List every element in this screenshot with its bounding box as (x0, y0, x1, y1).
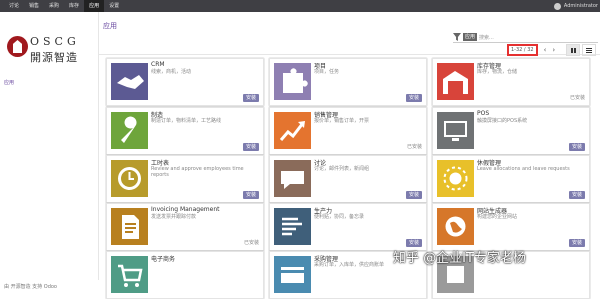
logo-text-cn: 開源智造 (30, 51, 78, 64)
view-switcher (566, 44, 596, 56)
main-menu: 讨论 销售 采购 库存 应用 设置 (4, 0, 124, 12)
avatar (553, 2, 561, 10)
app-name: 电子商务 (151, 256, 176, 263)
invoice-icon (111, 208, 148, 245)
pager-value[interactable]: 1-32 / 32 (507, 44, 538, 56)
logo-text-en: OSCG (30, 35, 80, 48)
install-button[interactable]: 安装 (405, 191, 422, 199)
app-card[interactable]: 工时表 Review and approve employees time rep… (106, 155, 264, 203)
app-card[interactable]: 讨论 讨论，邮件列表，新闻组 安装 (269, 155, 427, 203)
search-bar[interactable]: 应用 搜索... (453, 32, 598, 43)
install-button[interactable]: 安装 (568, 191, 585, 199)
app-name: Invoicing Management (151, 206, 220, 213)
app-description: 线索，商机，活动 (151, 69, 192, 75)
menu-item-sales[interactable]: 销售 (24, 0, 44, 12)
chart-up-icon (274, 112, 311, 149)
sidebar-item-apps[interactable]: 应用 (4, 79, 14, 86)
top-navbar: 讨论 销售 采购 库存 应用 设置 Administrator (0, 0, 600, 12)
menu-item-inventory[interactable]: 库存 (64, 0, 84, 12)
card-icon (274, 256, 311, 293)
kanban-view-button[interactable] (566, 44, 580, 56)
install-button[interactable]: 安装 (242, 191, 259, 199)
wrench-icon (111, 112, 148, 149)
filter-icon (453, 33, 461, 41)
company-logo[interactable]: OSCG 開源智造 (7, 35, 87, 65)
monitor-icon (437, 112, 474, 149)
app-card[interactable]: 项目 项目，任务 安装 (269, 58, 427, 106)
user-name: Administrator (563, 3, 598, 9)
pager-next-button[interactable]: › (552, 46, 555, 54)
warehouse-icon (437, 63, 474, 100)
installed-label: 已安装 (243, 240, 259, 246)
app-card[interactable]: 库存管理 库存，物流，仓储 已安装 (432, 58, 590, 106)
app-description: 构建您的企业网站 (477, 214, 518, 220)
sidebar: OSCG 開源智造 应用 由 开源智造 支持 Odoo (0, 12, 99, 290)
app-description: Review and approve employees time report… (151, 166, 244, 178)
app-description: 库存，物流，仓储 (477, 69, 518, 75)
app-description: 发送发票并跟踪付款 (151, 214, 197, 220)
app-card[interactable]: 制造 制造订单，物料清单，工艺路线 安装 (106, 107, 264, 155)
search-facet[interactable]: 应用 (463, 33, 478, 41)
chat-icon (274, 160, 311, 197)
app-description: 触摸屏接口的POS系统 (477, 118, 528, 124)
installed-label: 已安装 (569, 95, 585, 101)
pager-prev-button[interactable]: ‹ (544, 46, 547, 54)
breadcrumb: 应用 (103, 22, 117, 30)
search-input[interactable]: 搜索... (479, 34, 494, 41)
install-button[interactable]: 安装 (405, 239, 422, 247)
menu-item-settings[interactable]: 设置 (104, 0, 124, 12)
cart-icon (111, 256, 148, 293)
menu-item-apps[interactable]: 应用 (84, 0, 105, 12)
app-description: 讨论，邮件列表，新闻组 (314, 166, 370, 172)
watermark: 知乎 @企业IT专家老杨 (393, 251, 526, 266)
globe-icon (437, 208, 474, 245)
app-card[interactable]: 电子商务 (106, 251, 264, 299)
app-card[interactable]: Invoicing Management 发送发票并跟踪付款已安装 (106, 203, 264, 251)
install-button[interactable]: 安装 (568, 239, 585, 247)
installed-label: 已安装 (406, 144, 422, 150)
app-description: 项目，任务 (314, 69, 340, 75)
app-description: 便利贴，协同，备忘录 (314, 214, 365, 220)
install-button[interactable]: 安装 (242, 94, 259, 102)
app-description: 报价单，销售订单，开票 (314, 118, 370, 124)
app-card[interactable]: 网站生成器 构建您的企业网站 安装 (432, 203, 590, 251)
app-card[interactable]: 生产力 便利贴，协同，备忘录 安装 (269, 203, 427, 251)
install-button[interactable]: 安装 (242, 143, 259, 151)
user-menu[interactable]: Administrator (553, 0, 598, 12)
powered-by[interactable]: 由 开源智造 支持 Odoo (4, 283, 57, 290)
sun-icon (437, 160, 474, 197)
menu-item-purchase[interactable]: 采购 (44, 0, 64, 12)
app-card[interactable]: CRM 线索，商机，活动安装 (106, 58, 264, 106)
app-card[interactable]: 休假管理 Leave allocations and leave requests… (432, 155, 590, 203)
grid-icon (570, 47, 576, 53)
list-view-button[interactable] (582, 44, 596, 56)
install-button[interactable]: 安装 (405, 94, 422, 102)
handshake-icon (111, 63, 148, 100)
menu-item-discuss[interactable]: 讨论 (4, 0, 24, 12)
app-description: 制造订单，物料清单，工艺路线 (151, 118, 222, 124)
list-icon (586, 47, 592, 53)
notes-icon (274, 208, 311, 245)
app-card[interactable]: POS 触摸屏接口的POS系统安装 (432, 107, 590, 155)
install-button[interactable]: 安装 (568, 143, 585, 151)
pager: 1-32 / 32 ‹ › (507, 44, 555, 56)
clock-icon (111, 160, 148, 197)
logo-mark-icon (7, 36, 28, 60)
app-name: CRM (151, 61, 165, 68)
app-description: Leave allocations and leave requests (477, 166, 570, 172)
app-name: POS (477, 110, 490, 117)
app-card[interactable]: 销售管理 报价单，销售订单，开票 已安装 (269, 107, 427, 155)
puzzle-icon (274, 63, 311, 100)
control-panel: 应用 应用 搜索... 1-32 / 32 ‹ › (98, 12, 600, 56)
